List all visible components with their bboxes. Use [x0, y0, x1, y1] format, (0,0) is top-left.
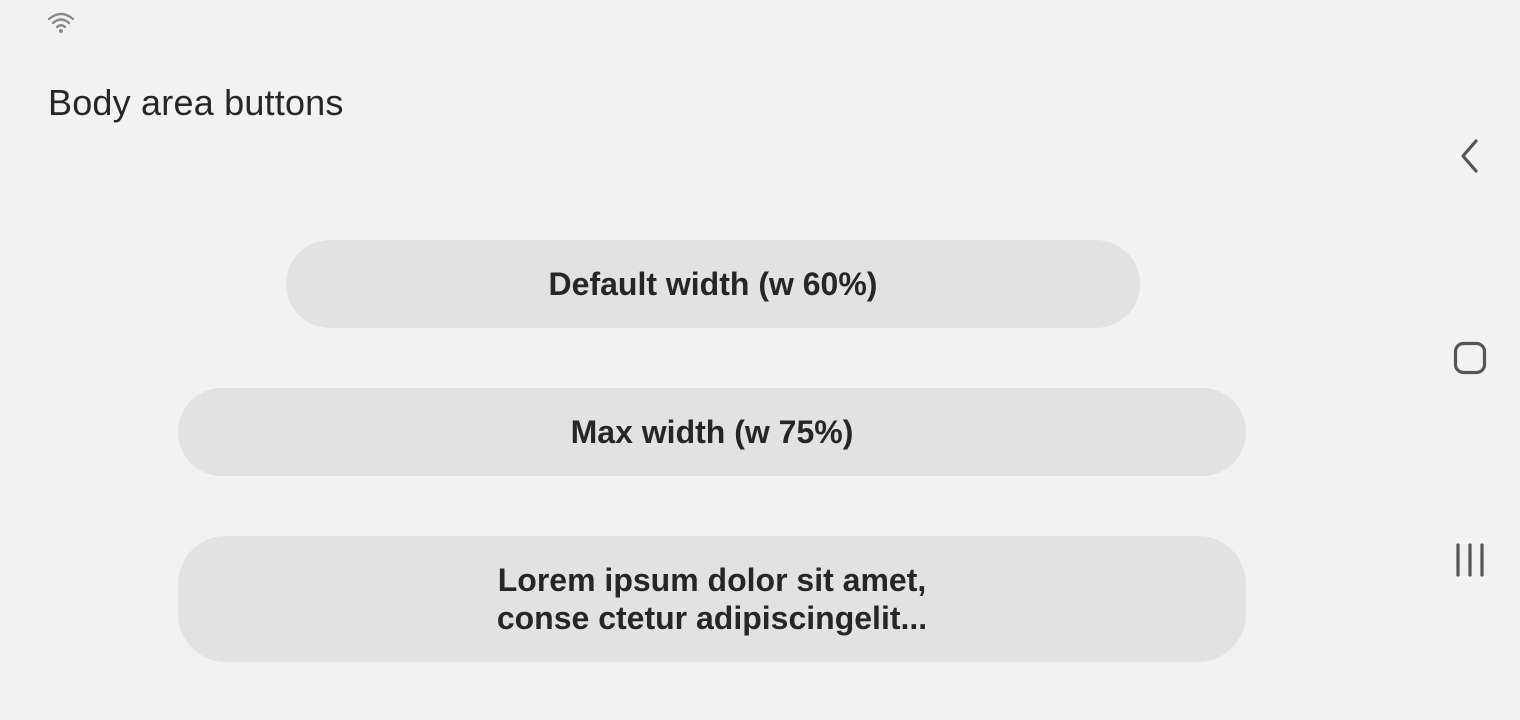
max-width-button-label: Max width (w 75%) — [570, 414, 854, 450]
wifi-icon — [46, 10, 76, 36]
back-button[interactable] — [1442, 130, 1498, 186]
recent-apps-icon — [1454, 542, 1486, 582]
navigation-bar — [1420, 0, 1520, 720]
home-button[interactable] — [1442, 332, 1498, 388]
default-width-button[interactable]: Default width (w 60%) — [286, 240, 1140, 328]
screen: Body area buttons Default width (w 60%) … — [0, 0, 1520, 720]
max-width-button[interactable]: Max width (w 75%) — [178, 388, 1246, 476]
long-text-button-line1: Lorem ipsum dolor sit amet, — [497, 562, 927, 598]
status-bar — [0, 0, 1420, 40]
default-width-button-label: Default width (w 60%) — [548, 266, 878, 302]
home-icon — [1453, 341, 1487, 380]
long-text-button-line2: conse ctetur adipiscingelit... — [496, 600, 928, 636]
long-text-button[interactable]: Lorem ipsum dolor sit amet, conse ctetur… — [178, 536, 1246, 662]
page-title: Body area buttons — [48, 82, 344, 123]
recent-apps-button[interactable] — [1442, 534, 1498, 590]
back-icon — [1458, 138, 1482, 179]
